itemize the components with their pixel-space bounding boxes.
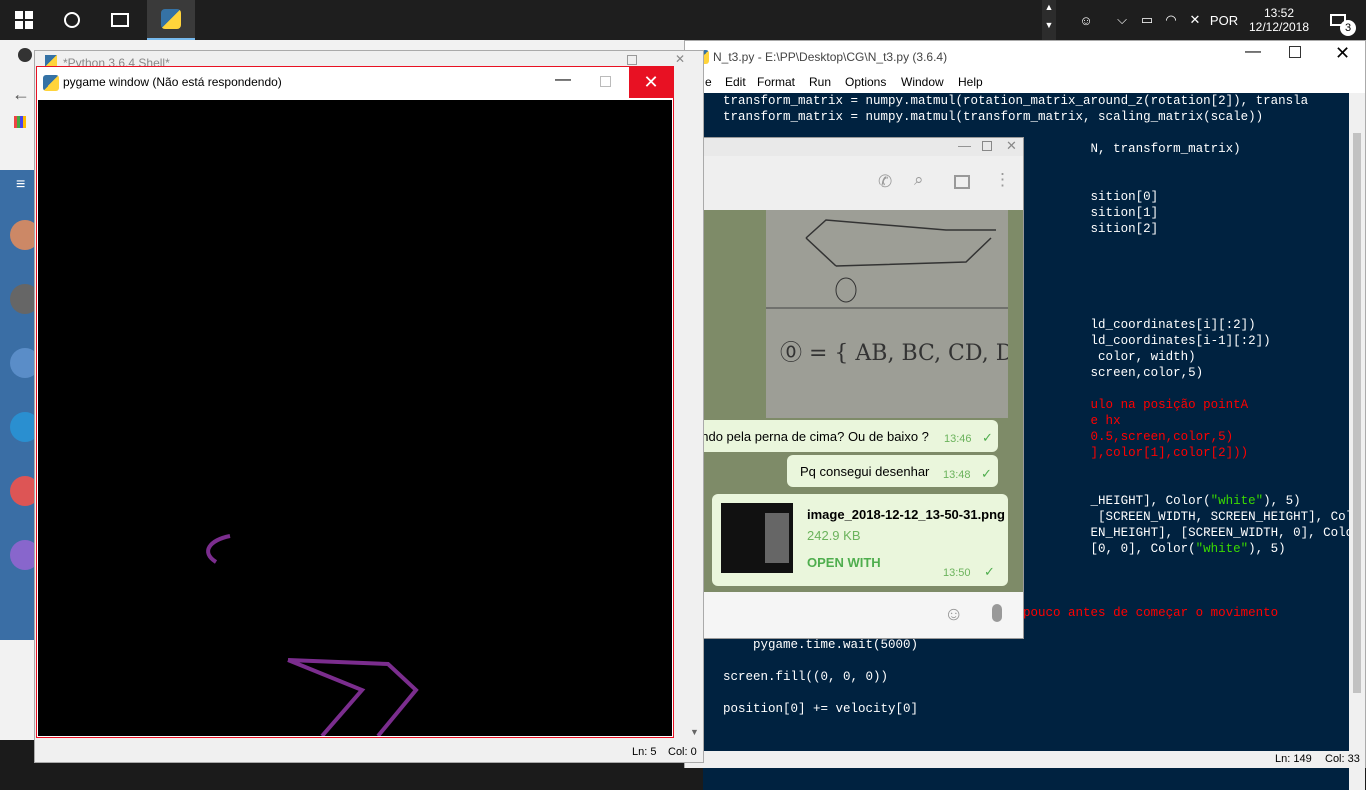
close-button[interactable]: ✕	[675, 52, 685, 66]
photo-message[interactable]: ⓪ = { AB, BC, CD, DE, EF	[766, 210, 1008, 418]
thumbnail-detail	[765, 513, 789, 563]
back-arrow-icon[interactable]: ←	[12, 84, 30, 105]
maximize-button[interactable]	[1289, 46, 1301, 58]
title-bar[interactable]: pygame window (Não está respondendo) — ✕	[37, 67, 673, 99]
open-with-button[interactable]: OPEN WITH	[807, 555, 881, 570]
code-line: pygame.time.wait(5000)	[723, 638, 919, 652]
start-button[interactable]	[0, 0, 48, 40]
status-bar: Ln: 149 Col: 33	[685, 751, 1365, 768]
code-line: screen.fill((0, 0, 0))	[723, 670, 889, 684]
clock-time: 13:52	[1263, 6, 1295, 20]
file-size: 242.9 KB	[807, 528, 861, 543]
file-name: image_2018-12-12_13-50-31.png	[807, 507, 1006, 522]
taskbar: ▲ ▼ ☺ ⌵ ▭ ◠ ✕ POR 13:52 12/12/2018 3	[0, 0, 1366, 40]
minimize-button[interactable]: —	[958, 138, 971, 153]
menu-options[interactable]: Options	[845, 75, 886, 89]
notification-center-button[interactable]: 3	[1318, 0, 1358, 40]
maximize-button[interactable]	[627, 55, 637, 65]
taskbar-python-app[interactable]	[147, 0, 195, 40]
language-indicator[interactable]: POR	[1206, 0, 1242, 40]
polyline-shape	[287, 658, 419, 736]
task-view-icon	[111, 13, 129, 27]
close-button[interactable]: ✕	[1335, 43, 1350, 64]
windows-icon	[15, 11, 33, 29]
code-line: position[0] += velocity[0]	[723, 702, 919, 716]
python-icon	[161, 9, 181, 29]
title-bar[interactable]: — ✕	[676, 138, 1023, 156]
notification-badge: 3	[1340, 20, 1356, 36]
telegram-window: — ✕ ✆ ⌕ ⋮ ⓪ = { AB, BC, CD, DE, EF ando …	[675, 137, 1024, 639]
message-time: 13:48	[943, 469, 971, 481]
people-icon[interactable]: ☺	[1074, 0, 1098, 40]
phone-icon[interactable]: ✆	[878, 172, 892, 192]
polyline-shape	[287, 658, 366, 736]
message-bubble[interactable]: ando pela perna de cima? Ou de baixo ? 1…	[676, 420, 998, 452]
task-view-button[interactable]	[96, 0, 144, 40]
clock[interactable]: 13:52 12/12/2018	[1246, 0, 1312, 40]
column-number: Col: 33	[1325, 753, 1360, 765]
apps-icon[interactable]	[14, 116, 26, 128]
file-thumbnail[interactable]	[721, 503, 793, 573]
maximize-button[interactable]	[600, 76, 611, 87]
search-icon[interactable]: ⌕	[914, 170, 924, 190]
menu-help[interactable]: Help	[958, 75, 983, 89]
pygame-icon	[43, 75, 59, 91]
chevron-up-icon[interactable]: ⌵	[1112, 0, 1132, 40]
wifi-icon[interactable]: ◠	[1160, 0, 1182, 40]
menu-run[interactable]: Run	[809, 75, 831, 89]
arc-shape	[206, 534, 231, 564]
more-icon[interactable]: ⋮	[994, 170, 1011, 190]
message-text: Pq consegui desenhar	[800, 464, 930, 479]
microphone-icon[interactable]	[992, 604, 1002, 622]
menu-window[interactable]: Window	[901, 75, 944, 89]
cortana-icon	[64, 12, 80, 28]
taskbar-scroll[interactable]: ▲ ▼	[1042, 0, 1056, 40]
vertical-scrollbar[interactable]	[1349, 93, 1365, 790]
menu-format[interactable]: Format	[757, 75, 795, 89]
menu-bar: e Edit Format Run Options Window Help	[685, 73, 1365, 93]
message-text: ando pela perna de cima? Ou de baixo ?	[694, 429, 929, 444]
hamburger-icon[interactable]: ≡	[16, 176, 25, 194]
cortana-button[interactable]	[48, 0, 96, 40]
chat-area: ⓪ = { AB, BC, CD, DE, EF ando pela perna…	[676, 210, 1023, 592]
volume-muted-icon[interactable]: ✕	[1184, 0, 1206, 40]
menu-item[interactable]: e	[705, 75, 712, 89]
read-check-icon: ✓	[981, 466, 992, 481]
photo-text: ⓪ = { AB, BC, CD, DE, EF	[780, 341, 1008, 366]
message-time: 13:46	[944, 433, 972, 445]
game-canvas[interactable]	[38, 100, 672, 736]
scroll-down-arrow-icon[interactable]: ▼	[690, 727, 699, 737]
code-line: transform_matrix = numpy.matmul(transfor…	[723, 110, 1264, 124]
read-check-icon: ✓	[982, 430, 993, 445]
minimize-button[interactable]: —	[1245, 43, 1261, 61]
github-icon[interactable]	[18, 48, 32, 62]
window-title: pygame window (Não está respondendo)	[63, 75, 282, 89]
line-number: Ln: 149	[1275, 753, 1312, 765]
window-title: N_t3.py - E:\PP\Desktop\CG\N_t3.py (3.6.…	[713, 50, 948, 64]
battery-icon[interactable]: ▭	[1136, 0, 1158, 40]
emoji-icon[interactable]: ☺	[944, 604, 963, 626]
chat-header: ✆ ⌕ ⋮	[676, 156, 1023, 210]
message-bubble[interactable]: Pq consegui desenhar 13:48 ✓	[787, 455, 998, 487]
clock-date: 12/12/2018	[1248, 20, 1310, 34]
code-line: transform_matrix = numpy.matmul(rotation…	[723, 94, 1309, 108]
whiteboard-photo: ⓪ = { AB, BC, CD, DE, EF	[766, 210, 1008, 418]
menu-edit[interactable]: Edit	[725, 75, 746, 89]
line-number: Ln: 5	[632, 746, 657, 758]
close-button[interactable]: ✕	[629, 67, 673, 98]
close-button[interactable]: ✕	[1006, 138, 1017, 154]
sidebar-toggle-icon[interactable]	[954, 175, 970, 189]
message-time: 13:50	[943, 567, 971, 579]
file-message[interactable]: image_2018-12-12_13-50-31.png 242.9 KB O…	[712, 494, 1008, 586]
message-input-bar[interactable]: ☺	[676, 592, 1023, 638]
maximize-button[interactable]	[982, 141, 992, 151]
minimize-button[interactable]: —	[555, 71, 571, 89]
pygame-window: pygame window (Não está respondendo) — ✕	[36, 66, 674, 738]
scrollbar-thumb[interactable]	[1353, 133, 1361, 693]
title-bar[interactable]: N_t3.py - E:\PP\Desktop\CG\N_t3.py (3.6.…	[685, 41, 1365, 73]
read-check-icon: ✓	[984, 564, 995, 579]
column-number: Col: 0	[668, 746, 697, 758]
drawing	[206, 534, 419, 736]
